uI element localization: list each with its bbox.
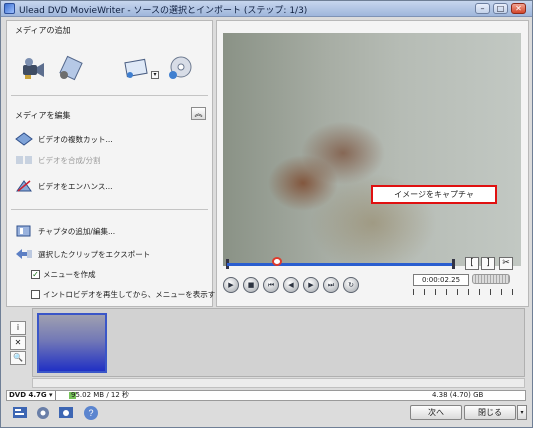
disc-usage-bar: DVD 4.7G ▾ 95.02 MB / 12 秒 4.38 (4.70) G… [6, 390, 526, 401]
media-strip [32, 308, 525, 377]
trim-out-marker[interactable] [452, 259, 455, 269]
edit-media-title: メディアを編集 [15, 111, 71, 120]
create-menu-checkbox[interactable]: ✓ [31, 270, 40, 279]
separator [11, 209, 208, 210]
mark-out-button[interactable]: ] [481, 257, 495, 270]
app-icon [4, 3, 15, 14]
settings-gear-icon[interactable] [34, 405, 52, 421]
playhead[interactable] [271, 257, 282, 266]
scrub-bar[interactable] [227, 263, 453, 266]
help-icon[interactable]: ? [82, 405, 100, 421]
minimize-button[interactable]: – [475, 3, 490, 14]
mark-in-button[interactable]: [ [465, 257, 479, 270]
media-strip-scrollbar[interactable] [32, 378, 525, 388]
jog-slider[interactable] [472, 274, 510, 284]
intro-video-checkbox-row[interactable]: イントロビデオを再生してから、メニューを表示する [31, 289, 223, 300]
multi-trim-label: ビデオの複数カット... [38, 134, 113, 144]
used-size-text: 95.02 MB / 12 秒 [71, 391, 130, 399]
maximize-button[interactable]: □ [493, 3, 508, 14]
application-window: Ulead DVD MovieWriter - ソースの選択とインポート (ステ… [0, 0, 533, 428]
separator [11, 95, 208, 96]
create-menu-label: メニューを作成 [43, 270, 96, 279]
video-camera-icon[interactable] [21, 55, 47, 81]
collapse-button[interactable]: ︽ [191, 107, 206, 120]
merge-split-label: ビデオを合成/分割 [38, 155, 101, 165]
disc-info-icon[interactable] [58, 405, 76, 421]
multi-trim-icon [15, 132, 33, 146]
preview-panel: イメージをキャプチャ [ ] ✂ ▶ ■ ⏮ ◀ ▶ ⏭ ↻ 0:00:02.2… [216, 20, 529, 307]
enhance-video-action[interactable]: ビデオをエンハンス... [15, 178, 113, 194]
import-disc-icon[interactable] [167, 55, 193, 81]
import-photo-icon[interactable] [123, 55, 149, 81]
window-title: Ulead DVD MovieWriter - ソースの選択とインポート (ステ… [19, 6, 308, 16]
next-button[interactable]: 次へ [410, 405, 462, 420]
multi-trim-action[interactable]: ビデオの複数カット... [15, 131, 113, 147]
next-frame-button[interactable]: ▶ [303, 277, 319, 293]
media-panel: メディアの追加 ▾ メディアを編集 ︽ ビデオの複数カット... ビデオを合成/… [6, 20, 223, 307]
time-ruler [413, 289, 513, 295]
intro-video-label: イントロビデオを再生してから、メニューを表示する [43, 290, 223, 299]
video-clip-thumbnail[interactable] [37, 313, 107, 373]
home-button[interactable]: ⏮ [263, 277, 279, 293]
svg-text:?: ? [88, 408, 93, 418]
project-settings-icon[interactable] [12, 405, 30, 421]
merge-split-action: ビデオを合成/分割 [15, 152, 101, 168]
stop-button[interactable]: ■ [243, 277, 259, 293]
merge-split-icon [16, 156, 32, 164]
create-menu-checkbox-row[interactable]: ✓ メニューを作成 [31, 269, 96, 280]
delete-clip-button[interactable]: ✕ [10, 336, 26, 350]
export-clip-icon [16, 249, 32, 259]
import-video-file-icon[interactable] [57, 55, 83, 81]
chapter-label: チャプタの追加/編集... [38, 226, 116, 236]
repeat-button[interactable]: ↻ [343, 277, 359, 293]
capacity-text: 4.38 (4.70) GB [432, 391, 484, 399]
close-window-button[interactable]: ✕ [511, 3, 526, 14]
disc-type-select[interactable]: DVD 4.7G ▾ [7, 391, 56, 400]
info-button[interactable]: i [10, 321, 26, 335]
enhance-video-icon [16, 180, 32, 192]
video-preview: イメージをキャプチャ [223, 33, 521, 266]
zoom-button[interactable]: 🔍 [10, 351, 26, 365]
title-bar: Ulead DVD MovieWriter - ソースの選択とインポート (ステ… [1, 1, 532, 17]
enhance-video-label: ビデオをエンハンス... [38, 181, 113, 191]
chapter-icon [16, 225, 31, 237]
end-button[interactable]: ⏭ [323, 277, 339, 293]
clip-tools: i ✕ 🔍 [10, 321, 30, 367]
intro-video-checkbox[interactable] [31, 290, 40, 299]
capture-image-button[interactable]: イメージをキャプチャ [371, 185, 497, 204]
export-clip-action[interactable]: 選択したクリップをエクスポート [15, 246, 150, 262]
timecode-field[interactable]: 0:00:02.25 [413, 274, 469, 286]
close-button[interactable]: 閉じる [464, 405, 516, 420]
split-clip-button[interactable]: ✂ [499, 257, 513, 270]
export-clip-label: 選択したクリップをエクスポート [38, 249, 151, 259]
add-media-title: メディアの追加 [15, 26, 71, 35]
play-button[interactable]: ▶ [223, 277, 239, 293]
previous-frame-button[interactable]: ◀ [283, 277, 299, 293]
photo-dropdown-icon[interactable]: ▾ [151, 71, 159, 79]
close-options-dropdown[interactable]: ▾ [517, 405, 527, 420]
chapter-action[interactable]: チャプタの追加/編集... [15, 223, 115, 239]
bottom-toolbar: ? 次へ 閉じる ▾ [6, 404, 527, 424]
